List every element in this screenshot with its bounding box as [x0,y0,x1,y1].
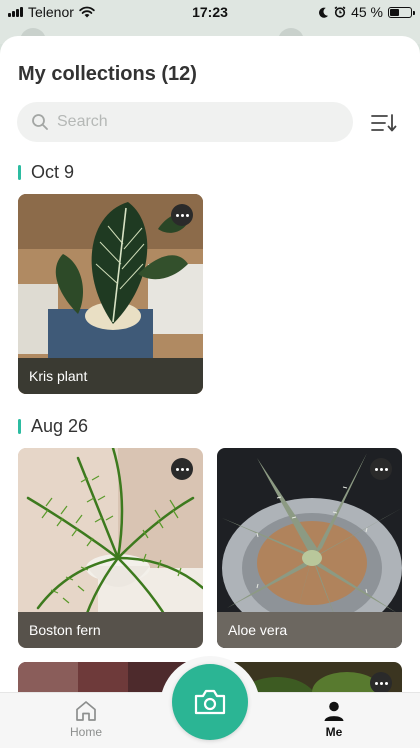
tab-home-label: Home [69,725,102,739]
collection-card-boston-fern[interactable]: Boston fern [18,448,203,648]
collection-card-aloe-vera[interactable]: Aloe vera [217,448,402,648]
section-marker [18,419,21,434]
more-icon [175,467,189,471]
more-icon [374,681,388,685]
moon-icon [319,7,329,18]
tab-me-label: Me [325,725,343,739]
collection-card-kris-plant[interactable]: Kris plant [18,194,203,394]
card-label: Boston fern [18,612,203,648]
section-date: Aug 26 [31,416,89,436]
page-title: My collections (12) [18,63,197,85]
battery-percent: 45 % [351,4,383,20]
section-header-oct-9: Oct 9 [18,162,74,183]
signal-icon [8,7,23,17]
carrier-label: Telenor [28,4,74,20]
sort-icon [371,114,397,132]
tab-home[interactable]: Home [46,699,126,739]
battery-level [390,8,399,16]
search-icon [32,114,48,130]
more-icon [374,467,388,471]
sort-button[interactable] [370,112,398,134]
section-header-aug-26: Aug 26 [18,416,88,437]
profile-icon [324,701,344,721]
status-left: Telenor [8,4,95,20]
alarm-icon [334,6,346,18]
wifi-icon [79,6,95,18]
section-marker [18,165,21,180]
camera-icon [194,689,226,715]
more-icon [175,213,189,217]
search-bar[interactable] [17,102,353,142]
tab-me[interactable]: Me [294,699,374,739]
card-more-button[interactable] [171,204,193,226]
camera-button[interactable] [172,664,248,740]
battery-icon [388,6,415,18]
card-more-button[interactable] [370,458,392,480]
card-more-button[interactable] [370,672,392,694]
card-label: Aloe vera [217,612,402,648]
collections-sheet: My collections (12) Oct 9 [0,36,420,748]
card-more-button[interactable] [171,458,193,480]
home-icon [76,701,96,721]
section-date: Oct 9 [31,162,75,182]
search-input[interactable] [57,113,327,131]
status-bar: Telenor 17:23 45 % [0,0,420,24]
status-right: 45 % [318,4,415,20]
card-label: Kris plant [18,358,203,394]
